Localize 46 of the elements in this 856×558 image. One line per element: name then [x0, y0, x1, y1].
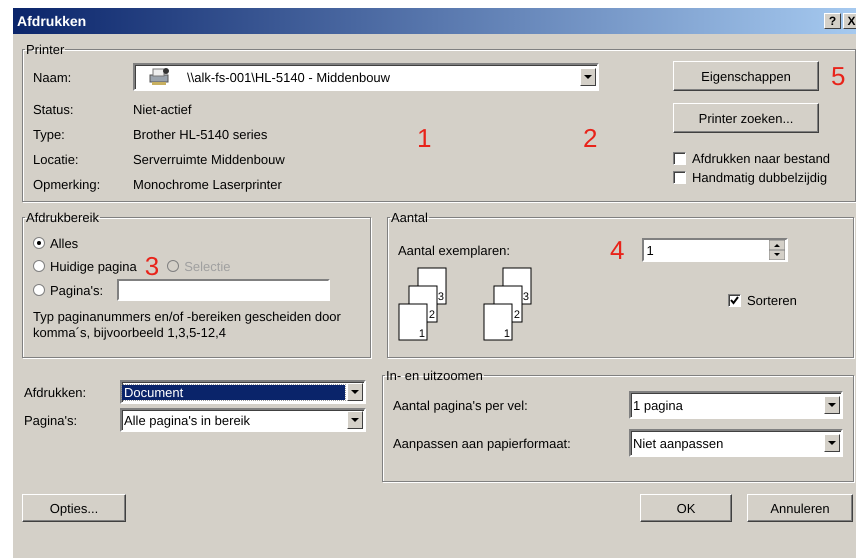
radio-label: Pagina's: — [50, 282, 104, 298]
hint-text: Typ paginanummers en/of -bereiken gescheiden door komma´s, bijvoorbeeld 1,3,5-12,4 — [33, 309, 342, 341]
collated-pages-drawing: 3 2 1 — [483, 267, 538, 347]
window-title: Afdrukken — [17, 13, 86, 29]
close-button[interactable]: X — [843, 13, 856, 29]
info-label: Locatie: — [33, 152, 80, 167]
dropdown[interactable]: Niet aanpassen — [629, 429, 843, 457]
info-value: Brother HL-5140 series — [133, 127, 268, 142]
field-label: Aantal exemplaren: — [398, 242, 510, 258]
field-label: Aanpassen aan papierformaat: — [393, 436, 572, 450]
group-legend: Afdrukbereik — [25, 210, 100, 225]
dropdown[interactable]: 1 pagina — [629, 391, 843, 419]
annotation-number: 1 — [417, 125, 432, 151]
info-value: Niet-actief — [133, 102, 192, 117]
annotation-number: 3 — [144, 253, 160, 279]
info-label: Opmerking: — [33, 177, 102, 192]
field-label: Aantal pagina's per vel: — [393, 398, 529, 412]
radio-label: Alles — [50, 236, 78, 250]
field-label: Pagina's: — [23, 412, 78, 428]
annotation-number: 5 — [831, 63, 846, 89]
field-label: Afdrukken: — [23, 384, 88, 400]
info-value: Serverruimte Middenbouw — [133, 152, 285, 167]
dropdown[interactable]: Document — [120, 380, 366, 404]
checkbox-label: Afdrukken naar bestand — [692, 151, 830, 166]
group-legend: Aantal — [390, 210, 429, 225]
checkbox-label: Sorteren — [747, 292, 797, 308]
printer-dropdown[interactable]: \\alk-fs-001\HL-5140 - Middenbouw — [133, 63, 599, 91]
ok-button[interactable]: OK — [640, 494, 732, 522]
help-button[interactable]: ? — [824, 13, 841, 29]
info-value: Monochrome Laserprinter — [133, 177, 282, 192]
copies-spinbox[interactable]: 1 — [642, 238, 788, 262]
collated-pages-drawing: 3 2 1 — [398, 267, 453, 347]
checkbox-label: Handmatig dubbelzijdig — [692, 170, 828, 185]
dropdown[interactable]: Alle pagina's in bereik — [120, 408, 366, 432]
group-legend: In- en uitzoomen — [385, 368, 484, 383]
field-label: Naam: — [33, 70, 72, 84]
annotation-number: 4 — [610, 237, 624, 263]
info-label: Status: — [33, 102, 74, 117]
annotation-number: 2 — [583, 125, 598, 151]
group-legend: Printer — [25, 42, 66, 57]
find-printer-button[interactable]: Printer zoeken... — [673, 103, 819, 133]
radio-label: Huidige pagina — [50, 258, 137, 274]
options-button[interactable]: Opties... — [22, 494, 126, 522]
properties-button[interactable]: Eigenschappen — [673, 61, 819, 91]
info-label: Type: — [33, 127, 66, 142]
cancel-button[interactable]: Annuleren — [747, 494, 853, 522]
